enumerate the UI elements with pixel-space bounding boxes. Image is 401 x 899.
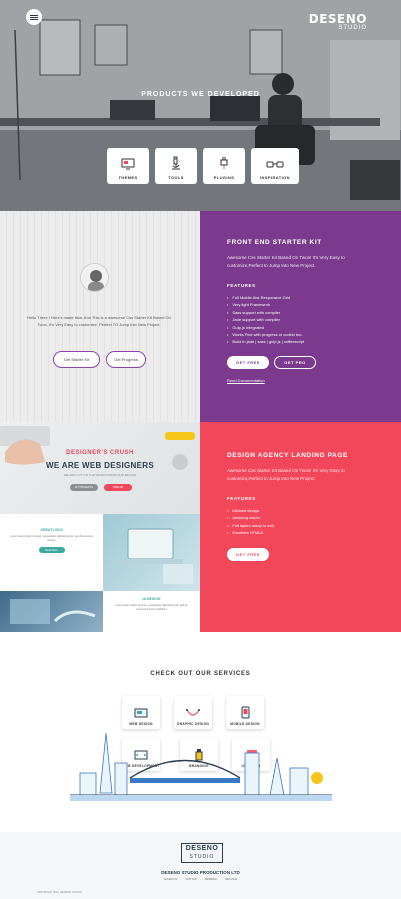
read-documentation-link[interactable]: Read Documentation [227,378,401,383]
get-starter-kit-button[interactable]: Get Starter Kit [53,351,100,368]
get-free-button[interactable]: GET FREE [227,355,269,369]
list-item: Works Fine with progress or codeki too. [227,331,401,338]
starter-kit-title: FRONT END STARTER KIT [227,239,322,246]
footer-logo[interactable]: DESENO STUDIO [181,843,223,863]
mobile-design-icon [241,706,249,719]
dribbble-link[interactable]: DRIBBBLE [205,878,217,881]
product-categories: THEMES TOOLS PLUGINS INSPIRATION [107,148,299,184]
plug-icon [220,157,228,169]
mock-projects-button: MY PROJECTS [70,484,98,491]
mock-crush-title: DESIGNER'S CRUSH [66,450,134,456]
mock-ui-block: UI DESIGN Lorem ipsum dolor sit amet, co… [103,591,200,632]
list-item: Minimal design. [227,507,401,514]
avatar [80,263,109,292]
mock-block2-title: UI DESIGN [142,597,161,601]
graphic-design-icon [186,709,200,716]
list-item: Full layers ready to edit. [227,522,401,529]
twitter-link[interactable]: TWITTER [186,878,197,881]
web-design-icon [134,708,148,718]
service-label: GRAPHIC DESIGN [176,722,209,726]
get-pro-button[interactable]: GET PRO [274,355,316,369]
list-item: Amazing colors. [227,514,401,521]
agency-subtitle: Awesome Css Starter Kit Based On Twon! I… [227,468,345,481]
behance-link[interactable]: BEHANCE [225,878,237,881]
mock-laptop-image [103,514,200,591]
site-logo[interactable]: DESENO STUDIO [309,12,367,31]
get-progress-button[interactable]: Get Progress [106,351,146,368]
features-list: Minimal design. Amazing colors. Full lay… [227,507,401,537]
features-list: Full Mobile-first Responsive Grid Very l… [227,294,401,346]
mock-block-title: GREAT UX/UI [40,528,63,532]
list-item: Jade support with compiler [227,316,401,323]
starter-kit-subtitle: Awesome Css Starter Kit Based On Twon! I… [227,255,345,268]
list-item: Sass support with compiler [227,309,401,316]
microscope-icon [172,156,180,170]
footer-links: FACEBOOK TWITTER DRIBBBLE BEHANCE [0,878,401,881]
agency-title: DESIGN AGENCY LANDING PAGE [227,452,348,459]
get-free-button[interactable]: GET FREE [227,547,269,561]
category-themes[interactable]: THEMES [107,148,149,184]
logo-main: DESENO [308,12,367,26]
service-graphic-design[interactable]: GRAPHIC DESIGN [174,696,212,729]
agency-preview: DESIGNER'S CRUSH WE ARE WEB DESIGNERS WE… [0,422,200,632]
list-item: Build in jade | sass | gulp.js | coffees… [227,338,401,345]
service-label: MOBILE DESIGN [230,722,260,726]
service-label: WEB DESIGN [129,722,153,726]
hero-section: DESENO STUDIO PRODUCTS WE DEVELOPED THEM… [0,0,401,211]
category-label: TOOLS [168,175,184,180]
mock-block2-text: Lorem ipsum dolor sit amet, consectetur … [115,604,188,612]
footer-logo-main: DESENO [185,845,219,852]
hamburger-icon [30,16,38,18]
agency-panel: DESIGN AGENCY LANDING PAGE Awesome Css S… [200,422,401,632]
footer-logo-sub: STUDIO [189,854,215,860]
mock-hire-button: HIRE ME [104,484,132,491]
starter-kit-panel: FRONT END STARTER KIT Awesome Css Starte… [200,211,401,422]
service-web-design[interactable]: WEB DESIGN [122,696,160,729]
mock-read-more: Read More [38,547,65,554]
mock-feature-block: GREAT UX/UI Lorem ipsum dolor sit amet, … [0,514,103,591]
hero-title: PRODUCTS WE DEVELOPED [141,91,260,98]
mock-tagline: WE ARE OUT ON THE WORLD FROM OUR DESIGN [63,473,137,477]
company-name: DESENO STUDIO PRODUCTION LTD [161,870,240,875]
category-tools[interactable]: TOOLS [155,148,197,184]
list-item: Very light Framework [227,301,401,308]
list-item: Gulp.js Integrated [227,324,401,331]
list-item: Excellent HTML5 [227,529,401,536]
footer: DESENO STUDIO DESENO STUDIO PRODUCTION L… [0,832,401,899]
services-section: CHECK OUT OUR SERVICES WEB DESIGN GRAPHI… [0,632,401,832]
features-heading: FEATURES [227,496,256,501]
bio-text: Hello There ! Here's made lista. And Thi… [27,315,171,327]
monitor-icon [121,158,135,170]
category-inspiration[interactable]: INSPIRATION [251,148,299,184]
features-heading: FEATURES [227,283,256,288]
menu-button[interactable] [26,9,42,25]
mock-headline: WE ARE WEB DESIGNERS [46,461,154,470]
category-plugins[interactable]: PLUGINS [203,148,245,184]
category-label: THEMES [118,175,138,180]
list-item: Full Mobile-first Responsive Grid [227,294,401,301]
mock-block-text: Lorem ipsum dolor sit amet, consectetur … [10,535,93,543]
city-skyline-illustration [70,733,332,801]
facebook-link[interactable]: FACEBOOK [164,878,178,881]
copyright: COPYRIGHT 2015, DESENO STUDIO [37,891,82,894]
starter-kit-preview: Hello There ! Here's made lista. And Thi… [0,211,200,422]
mock-workspace-image [0,591,103,632]
services-title: CHECK OUT OUR SERVICES [150,671,251,677]
service-mobile-design[interactable]: MOBILE DESIGN [226,696,264,729]
category-label: PLUGINS [213,175,235,180]
category-label: INSPIRATION [260,175,290,180]
glasses-icon [266,161,284,168]
